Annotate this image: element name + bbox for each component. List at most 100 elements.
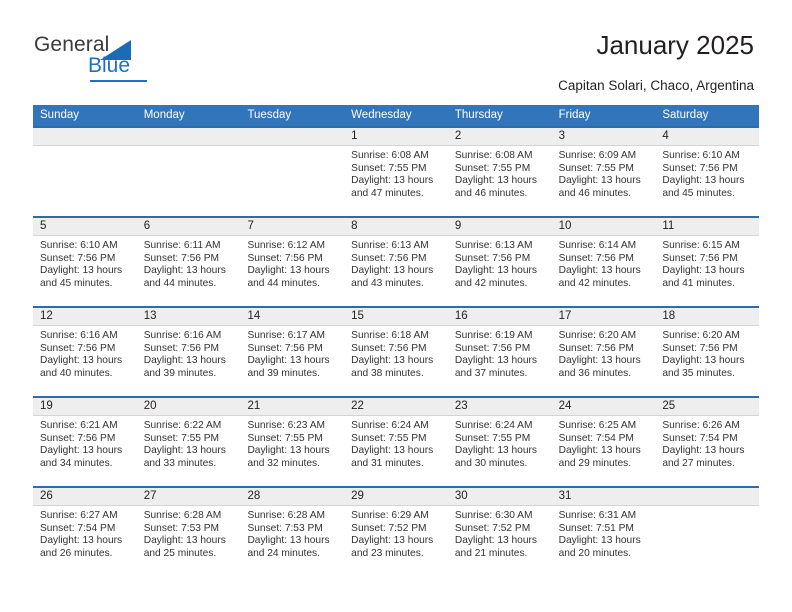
calendar-day-cell[interactable]: 31 Sunrise: 6:31 AM Sunset: 7:51 PM Dayligh… bbox=[551, 488, 656, 576]
day-info-line: Daylight: 13 hours bbox=[454, 265, 537, 277]
day-number: 24 bbox=[558, 400, 572, 412]
day-number: 2 bbox=[454, 130, 462, 142]
calendar-day-cell[interactable]: 17 Sunrise: 6:20 AM Sunset: 7:56 PM Dayligh… bbox=[551, 308, 656, 396]
calendar-day-cell[interactable]: 7 Sunrise: 6:12 AM Sunset: 7:56 PM Daylight… bbox=[240, 218, 345, 306]
day-info-line: Sunrise: 6:22 AM bbox=[143, 420, 222, 431]
day-number-band: 14 bbox=[240, 308, 345, 326]
calendar-day-cell[interactable]: 13 Sunrise: 6:16 AM Sunset: 7:56 PM Dayligh… bbox=[136, 308, 241, 396]
day-info-line: Sunset: 7:56 PM bbox=[662, 342, 738, 354]
day-info-line: Sunset: 7:53 PM bbox=[247, 522, 323, 534]
calendar-day-cell[interactable]: 25 Sunrise: 6:26 AM Sunset: 7:54 PM Dayligh… bbox=[655, 398, 760, 486]
day-info-line: Sunrise: 6:20 AM bbox=[558, 330, 637, 341]
day-info-line: Sunrise: 6:13 AM bbox=[351, 240, 429, 251]
calendar-day-cell[interactable]: 3 Sunrise: 6:09 AM Sunset: 7:55 PM Daylight… bbox=[551, 128, 656, 216]
day-sun-info: Sunrise: 6:23 AM Sunset: 7:55 PM Daylight:… bbox=[240, 416, 344, 470]
day-info-line: Sunrise: 6:16 AM bbox=[40, 330, 118, 341]
day-info-line: Sunrise: 6:11 AM bbox=[143, 240, 221, 251]
calendar-day-cell[interactable]: 5 Sunrise: 6:10 AM Sunset: 7:56 PM Daylight… bbox=[33, 218, 137, 306]
calendar-day-cell[interactable]: 29 Sunrise: 6:29 AM Sunset: 7:52 PM Dayligh… bbox=[344, 488, 448, 576]
day-number-band: 22 bbox=[344, 398, 448, 416]
calendar-day-cell[interactable]: 20 Sunrise: 6:22 AM Sunset: 7:55 PM Dayligh… bbox=[136, 398, 241, 486]
day-info-line: Sunrise: 6:14 AM bbox=[558, 240, 637, 251]
day-number-band bbox=[240, 128, 345, 146]
calendar-day-cell[interactable]: 4 Sunrise: 6:10 AM Sunset: 7:56 PM Daylight… bbox=[655, 128, 760, 216]
calendar-day-cell[interactable]: 16 Sunrise: 6:19 AM Sunset: 7:56 PM Dayligh… bbox=[447, 308, 552, 396]
day-info-line: and 43 minutes. bbox=[351, 277, 424, 289]
calendar-day-cell[interactable]: 24 Sunrise: 6:25 AM Sunset: 7:54 PM Dayligh… bbox=[551, 398, 656, 486]
day-info-line: and 45 minutes. bbox=[662, 187, 735, 199]
day-number-band: 30 bbox=[447, 488, 552, 506]
day-info-line: and 39 minutes. bbox=[247, 367, 320, 379]
calendar-day-cell[interactable]: 6 Sunrise: 6:11 AM Sunset: 7:56 PM Daylight… bbox=[136, 218, 241, 306]
day-sun-info: Sunrise: 6:22 AM Sunset: 7:55 PM Daylight:… bbox=[137, 416, 241, 470]
calendar-week-row: 26 Sunrise: 6:27 AM Sunset: 7:54 PM Dayligh… bbox=[33, 486, 760, 576]
day-info-line: and 31 minutes. bbox=[351, 457, 424, 469]
day-number-band: 5 bbox=[33, 218, 137, 236]
day-number-band: 2 bbox=[447, 128, 552, 146]
day-info-line: Sunrise: 6:28 AM bbox=[247, 510, 326, 521]
day-number-band: 18 bbox=[655, 308, 760, 326]
weekday-saturday: Saturday bbox=[662, 109, 709, 121]
calendar-day-cell-empty bbox=[655, 488, 760, 576]
calendar-day-cell[interactable]: 26 Sunrise: 6:27 AM Sunset: 7:54 PM Dayligh… bbox=[33, 488, 137, 576]
day-info-line: and 25 minutes. bbox=[143, 547, 217, 559]
day-number: 23 bbox=[454, 400, 468, 412]
calendar-day-cell[interactable]: 28 Sunrise: 6:28 AM Sunset: 7:53 PM Dayligh… bbox=[240, 488, 345, 576]
day-info-line: Sunset: 7:55 PM bbox=[351, 432, 427, 444]
calendar-day-cell[interactable]: 23 Sunrise: 6:24 AM Sunset: 7:55 PM Dayligh… bbox=[447, 398, 552, 486]
day-number-band: 15 bbox=[344, 308, 448, 326]
calendar-day-cell[interactable]: 22 Sunrise: 6:24 AM Sunset: 7:55 PM Dayligh… bbox=[344, 398, 448, 486]
day-info-line: Sunrise: 6:29 AM bbox=[351, 510, 429, 521]
day-info-line: Sunset: 7:56 PM bbox=[558, 342, 634, 354]
calendar-day-cell[interactable]: 11 Sunrise: 6:15 AM Sunset: 7:56 PM Dayligh… bbox=[655, 218, 760, 306]
day-info-line: Daylight: 13 hours bbox=[662, 445, 745, 457]
calendar-day-cell[interactable]: 10 Sunrise: 6:14 AM Sunset: 7:56 PM Dayligh… bbox=[551, 218, 656, 306]
day-number: 29 bbox=[351, 490, 364, 502]
day-info-line: Sunrise: 6:12 AM bbox=[247, 240, 326, 251]
day-info-line: Sunrise: 6:30 AM bbox=[454, 510, 533, 521]
day-sun-info: Sunrise: 6:25 AM Sunset: 7:54 PM Daylight:… bbox=[552, 416, 656, 470]
day-info-line: Sunset: 7:56 PM bbox=[40, 252, 116, 264]
calendar-day-cell[interactable]: 18 Sunrise: 6:20 AM Sunset: 7:56 PM Dayligh… bbox=[655, 308, 760, 396]
day-number: 26 bbox=[40, 490, 53, 502]
day-info-line: Daylight: 13 hours bbox=[351, 445, 434, 457]
day-info-line: Sunset: 7:56 PM bbox=[40, 342, 116, 354]
day-number: 21 bbox=[247, 400, 261, 412]
calendar-week-row: 12 Sunrise: 6:16 AM Sunset: 7:56 PM Dayligh… bbox=[33, 306, 760, 396]
day-number-band: 11 bbox=[655, 218, 760, 236]
day-number: 18 bbox=[662, 310, 676, 322]
day-info-line: Daylight: 13 hours bbox=[40, 535, 123, 547]
day-sun-info: Sunrise: 6:18 AM Sunset: 7:56 PM Daylight:… bbox=[344, 326, 448, 380]
day-number: 4 bbox=[662, 130, 669, 142]
day-sun-info: Sunrise: 6:16 AM Sunset: 7:56 PM Daylight:… bbox=[137, 326, 241, 380]
calendar-day-cell[interactable]: 21 Sunrise: 6:23 AM Sunset: 7:55 PM Dayligh… bbox=[240, 398, 345, 486]
calendar-day-cell[interactable]: 12 Sunrise: 6:16 AM Sunset: 7:56 PM Dayligh… bbox=[33, 308, 137, 396]
calendar-day-cell[interactable]: 15 Sunrise: 6:18 AM Sunset: 7:56 PM Dayligh… bbox=[344, 308, 448, 396]
day-info-line: Daylight: 13 hours bbox=[558, 355, 641, 367]
calendar-week-row: 1 Sunrise: 6:08 AM Sunset: 7:55 PM Daylight… bbox=[33, 126, 760, 216]
day-info-line: Sunrise: 6:24 AM bbox=[454, 420, 533, 431]
calendar-day-cell[interactable]: 2 Sunrise: 6:08 AM Sunset: 7:55 PM Daylight… bbox=[447, 128, 552, 216]
calendar-day-cell[interactable]: 8 Sunrise: 6:13 AM Sunset: 7:56 PM Daylight… bbox=[344, 218, 448, 306]
generalblue-logo[interactable]: General Blue bbox=[34, 33, 164, 83]
calendar-day-cell[interactable]: 1 Sunrise: 6:08 AM Sunset: 7:55 PM Daylight… bbox=[344, 128, 448, 216]
day-sun-info: Sunrise: 6:14 AM Sunset: 7:56 PM Daylight:… bbox=[552, 236, 656, 290]
day-info-line: Sunrise: 6:19 AM bbox=[454, 330, 533, 341]
calendar-day-cell[interactable]: 14 Sunrise: 6:17 AM Sunset: 7:56 PM Dayligh… bbox=[240, 308, 345, 396]
calendar-day-cell[interactable]: 30 Sunrise: 6:30 AM Sunset: 7:52 PM Dayligh… bbox=[447, 488, 552, 576]
day-info-line: Sunrise: 6:27 AM bbox=[40, 510, 118, 521]
day-info-line: and 35 minutes. bbox=[662, 367, 735, 379]
calendar-day-cell[interactable]: 9 Sunrise: 6:13 AM Sunset: 7:56 PM Daylight… bbox=[447, 218, 552, 306]
calendar-week-row: 19 Sunrise: 6:21 AM Sunset: 7:56 PM Dayligh… bbox=[33, 396, 760, 486]
day-info-line: Sunrise: 6:08 AM bbox=[351, 150, 429, 161]
day-number: 9 bbox=[454, 220, 462, 232]
day-info-line: and 46 minutes. bbox=[454, 187, 528, 199]
day-info-line: Sunset: 7:56 PM bbox=[351, 252, 427, 264]
day-number-band: 20 bbox=[136, 398, 241, 416]
calendar-day-cell[interactable]: 19 Sunrise: 6:21 AM Sunset: 7:56 PM Dayligh… bbox=[33, 398, 137, 486]
calendar-day-cell[interactable]: 27 Sunrise: 6:28 AM Sunset: 7:53 PM Dayligh… bbox=[136, 488, 241, 576]
weekday-header-row: Sunday Monday Tuesday Wednesday Thursday… bbox=[33, 105, 759, 126]
day-info-line: and 33 minutes. bbox=[143, 457, 217, 469]
day-number-band: 23 bbox=[447, 398, 552, 416]
day-info-line: Sunrise: 6:28 AM bbox=[143, 510, 222, 521]
